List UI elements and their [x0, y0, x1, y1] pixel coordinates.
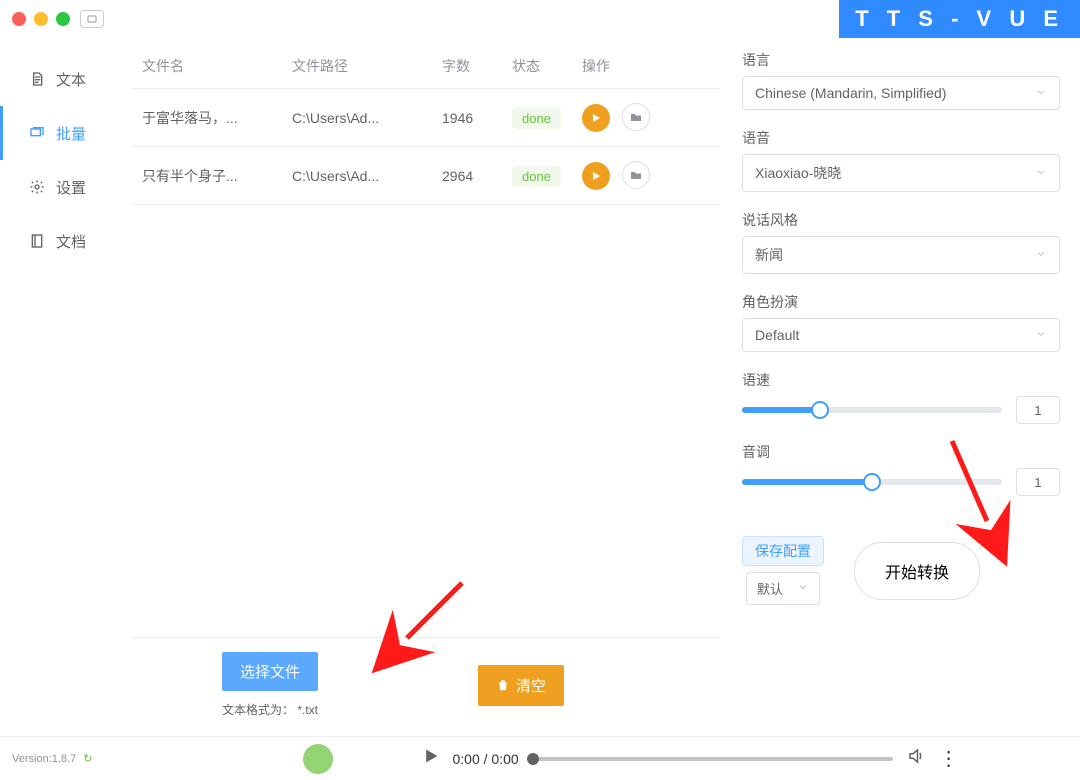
trash-icon	[496, 678, 510, 692]
volume-icon[interactable]	[907, 747, 925, 770]
app-brand: T T S - V U E	[839, 0, 1080, 38]
col-ops: 操作	[572, 44, 720, 89]
speed-label: 语速	[742, 370, 1060, 390]
audio-time: 0:00 / 0:00	[453, 751, 519, 767]
language-label: 语言	[742, 50, 1060, 70]
save-config-button[interactable]: 保存配置	[742, 536, 824, 566]
cell-name: 只有半个身子...	[132, 147, 282, 205]
table-header-row: 文件名 文件路径 字数 状态 操作	[132, 44, 720, 89]
pitch-label: 音调	[742, 442, 1060, 462]
play-button[interactable]	[582, 162, 610, 190]
sidebar-item-batch[interactable]: 批量	[0, 106, 128, 160]
clear-button[interactable]: 清空	[478, 665, 564, 706]
cell-words: 1946	[432, 89, 502, 147]
sidebar-label: 设置	[56, 177, 86, 198]
table-row: 于富华落马，... C:\Users\Ad... 1946 done	[132, 89, 720, 147]
minimize-window[interactable]	[34, 12, 48, 26]
col-path: 文件路径	[282, 44, 432, 89]
audio-player: 0:00 / 0:00 ⋮	[423, 747, 959, 770]
style-select[interactable]: 新闻	[742, 236, 1060, 274]
audio-seek-bar[interactable]	[533, 757, 893, 761]
document-icon	[28, 70, 46, 88]
layers-icon	[28, 124, 46, 142]
voice-select[interactable]: Xiaoxiao-晓晓	[742, 154, 1060, 192]
cell-words: 2964	[432, 147, 502, 205]
file-table: 文件名 文件路径 字数 状态 操作 于富华落马，... C:\Users\Ad.…	[132, 44, 720, 637]
main-panel: 文件名 文件路径 字数 状态 操作 于富华落马，... C:\Users\Ad.…	[128, 38, 728, 736]
cell-name: 于富华落马，...	[132, 89, 282, 147]
gear-icon	[28, 178, 46, 196]
select-file-button[interactable]: 选择文件	[222, 652, 318, 691]
play-button[interactable]	[582, 104, 610, 132]
chevron-down-icon	[1035, 165, 1047, 181]
sidebar-label: 文本	[56, 69, 86, 90]
cell-path: C:\Users\Ad...	[282, 147, 432, 205]
cell-ops	[572, 89, 720, 147]
preset-value: 默认	[757, 579, 783, 598]
role-label: 角色扮演	[742, 292, 1060, 312]
table-row: 只有半个身子... C:\Users\Ad... 2964 done	[132, 147, 720, 205]
settings-panel: 语言 Chinese (Mandarin, Simplified) 语音 Xia…	[728, 38, 1080, 736]
voice-label: 语音	[742, 128, 1060, 148]
language-value: Chinese (Mandarin, Simplified)	[755, 85, 946, 101]
clear-label: 清空	[516, 675, 546, 696]
speed-value: 1	[1016, 396, 1060, 424]
chevron-down-icon	[1035, 247, 1047, 263]
cell-path: C:\Users\Ad...	[282, 89, 432, 147]
open-folder-button[interactable]	[622, 103, 650, 131]
sidebar-item-docs[interactable]: 文档	[0, 214, 128, 268]
chevron-down-icon	[1035, 327, 1047, 343]
pitch-slider[interactable]	[742, 479, 1002, 485]
footer: Version:1.8.7 ↻ 0:00 / 0:00 ⋮	[0, 736, 1080, 780]
preset-select[interactable]: 默认	[746, 572, 820, 605]
sidebar: 文本 批量 设置 文档	[0, 38, 128, 736]
sidebar-label: 文档	[56, 231, 86, 252]
pin-window-button[interactable]	[80, 10, 104, 28]
maximize-window[interactable]	[56, 12, 70, 26]
open-folder-button[interactable]	[622, 161, 650, 189]
role-value: Default	[755, 327, 799, 343]
download-button[interactable]	[303, 744, 333, 774]
col-name: 文件名	[132, 44, 282, 89]
col-words: 字数	[432, 44, 502, 89]
pitch-value: 1	[1016, 468, 1060, 496]
language-select[interactable]: Chinese (Mandarin, Simplified)	[742, 76, 1060, 110]
sidebar-item-text[interactable]: 文本	[0, 52, 128, 106]
role-select[interactable]: Default	[742, 318, 1060, 352]
col-status: 状态	[502, 44, 572, 89]
pitch-slider-thumb[interactable]	[863, 473, 881, 491]
bottom-toolbar: 选择文件 文本格式为： *.txt 清空	[132, 637, 720, 736]
voice-value: Xiaoxiao-晓晓	[755, 163, 841, 183]
status-tag: done	[512, 108, 561, 129]
style-label: 说话风格	[742, 210, 1060, 230]
version-label: Version:1.8.7 ↻	[12, 752, 93, 765]
titlebar: T T S - V U E	[0, 0, 1080, 38]
chevron-down-icon	[797, 581, 809, 596]
audio-play-button[interactable]	[423, 748, 439, 769]
chevron-down-icon	[1035, 85, 1047, 101]
refresh-icon[interactable]: ↻	[83, 753, 92, 765]
cell-ops	[572, 147, 720, 205]
cell-status: done	[502, 147, 572, 205]
close-window[interactable]	[12, 12, 26, 26]
cell-status: done	[502, 89, 572, 147]
sidebar-label: 批量	[56, 123, 86, 144]
book-icon	[28, 232, 46, 250]
window-controls	[12, 12, 70, 26]
speed-slider-thumb[interactable]	[811, 401, 829, 419]
sidebar-item-settings[interactable]: 设置	[0, 160, 128, 214]
start-convert-button[interactable]: 开始转换	[854, 542, 980, 600]
speed-slider[interactable]	[742, 407, 1002, 413]
status-tag: done	[512, 166, 561, 187]
audio-more-button[interactable]: ⋮	[939, 749, 959, 769]
style-value: 新闻	[755, 245, 783, 265]
format-hint: 文本格式为： *.txt	[222, 701, 318, 718]
